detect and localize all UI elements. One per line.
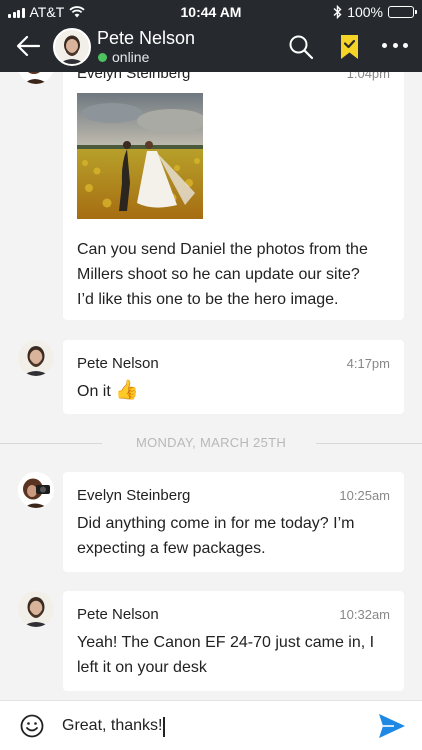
message-input[interactable]	[62, 712, 362, 740]
message-card[interactable]: Evelyn Steinberg 1:04pm Can you send Dan…	[63, 72, 404, 320]
day-separator: MONDAY, MARCH 25TH	[0, 434, 422, 452]
back-arrow-icon[interactable]	[14, 32, 42, 60]
message-time: 10:25am	[339, 488, 390, 503]
search-icon[interactable]	[288, 34, 314, 60]
contact-avatar[interactable]	[53, 28, 91, 66]
message-sender: Pete Nelson	[77, 606, 159, 623]
battery-percent: 100%	[347, 4, 383, 20]
message-photo[interactable]	[77, 93, 203, 219]
message-time: 4:17pm	[346, 356, 390, 371]
more-options-icon[interactable]	[382, 40, 408, 50]
message-time: 10:32am	[339, 607, 390, 622]
thumbs-up-emoji: 👍	[115, 380, 139, 401]
message-card[interactable]: Evelyn Steinberg 10:25am Did anything co…	[63, 472, 404, 572]
sender-avatar-pete[interactable]	[18, 591, 54, 627]
bluetooth-icon	[333, 5, 342, 19]
message-text: Can you send Daniel the photos from the …	[77, 241, 368, 308]
message-text: Did anything come in for me today? I’m e…	[77, 515, 355, 557]
message-card[interactable]: Pete Nelson 10:32am Yeah! The Canon EF 2…	[63, 591, 404, 691]
sender-avatar-evelyn[interactable]	[18, 72, 54, 84]
sender-avatar-evelyn[interactable]	[18, 472, 54, 508]
bookmark-icon[interactable]	[340, 34, 359, 60]
top-bar: AT&T 10:44 AM 100% Pete Nelson online	[0, 0, 422, 72]
message-sender: Evelyn Steinberg	[77, 487, 191, 504]
text-cursor	[163, 717, 165, 737]
contact-status: online	[98, 49, 149, 65]
sender-avatar-pete[interactable]	[18, 340, 54, 376]
message-sender: Evelyn Steinberg	[77, 72, 191, 82]
contact-name[interactable]: Pete Nelson	[97, 28, 195, 49]
emoji-icon[interactable]	[20, 714, 44, 738]
online-indicator	[98, 52, 107, 62]
message-time: 1:04pm	[346, 72, 390, 81]
message-composer	[0, 700, 422, 750]
conversation-header: Pete Nelson online	[0, 24, 422, 72]
battery-icon	[388, 6, 417, 18]
message-list[interactable]: Evelyn Steinberg 1:04pm Can you send Dan…	[0, 72, 422, 700]
online-label: online	[112, 49, 150, 65]
status-bar: AT&T 10:44 AM 100%	[0, 0, 422, 24]
message-text: Yeah! The Canon EF 24-70 just came in, I…	[77, 634, 375, 676]
message-text: On it 👍	[77, 380, 139, 401]
message-sender: Pete Nelson	[77, 355, 159, 372]
send-icon[interactable]	[378, 713, 406, 739]
message-card[interactable]: Pete Nelson 4:17pm On it 👍	[63, 340, 404, 414]
